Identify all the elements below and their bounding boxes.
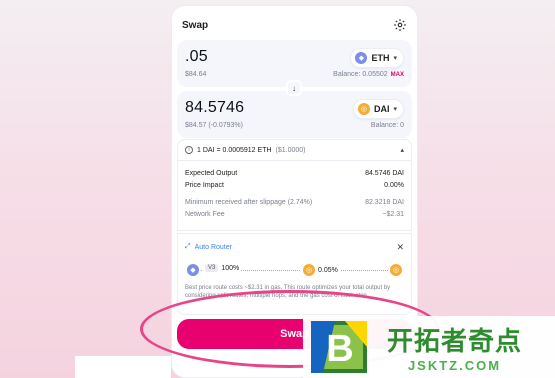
detail-value: 0.00% [384,182,404,190]
detail-value: 84.5746 DAI [365,169,404,177]
fee-tier: 0.05% [318,266,338,274]
route-start: ◆ [185,264,201,276]
input-amount-field[interactable]: .05 [185,48,208,66]
router-header: ⤢ Auto Router ✕ [185,240,404,254]
max-button[interactable]: MAX [391,72,404,78]
route-end: ◎ [388,264,404,276]
exchange-rate-row[interactable]: i 1 DAI = 0.0005912 ETH ($1.0000) ▴ [177,139,412,161]
detail-row: Minimum received after slippage (2.74%) … [185,196,404,209]
input-balance-text: Balance: 0.05502 [333,71,388,78]
chevron-down-icon: ▾ [393,55,397,62]
close-icon[interactable]: ✕ [396,242,404,253]
eth-icon: ◆ [187,264,199,276]
detail-label: Network Fee [185,211,225,219]
output-balance: Balance: 0 [371,122,404,129]
route-fee: ◎ 0.05% [301,264,340,276]
pool-version-badge: V3 [205,264,219,272]
rate-text: 1 DAI = 0.0005912 ETH [197,146,272,154]
detail-row: Network Fee ~$2.31 [185,209,404,222]
watermark-cn: 开拓者奇点 [387,327,523,357]
input-balance: Balance: 0.05502 MAX [333,71,404,78]
output-amount-field[interactable]: 84.5746 [185,99,244,117]
info-icon: i [185,146,193,154]
arrow-down-icon: ↓ [292,83,296,93]
chevron-up-icon: ▴ [400,147,404,154]
detail-value: 82.3218 DAI [365,198,404,206]
dai-icon: ◎ [390,264,402,276]
dai-icon: ◎ [357,103,370,115]
output-token-symbol: DAI [373,104,390,114]
watermark-en: JSKTZ.COM [407,358,502,373]
route-percent: 100% [221,264,240,272]
detail-label: Price Impact [185,182,224,190]
detail-row: Price Impact 0.00% [185,180,404,193]
watermark: B 开拓者奇点 JSKTZ.COM [303,316,555,378]
trade-details: Expected Output 84.5746 DAI Price Impact… [177,161,412,231]
auto-router-label: Auto Router [194,243,232,251]
detail-label: Expected Output [185,169,238,177]
route-diagram: ◆ V3 100% ◎ 0.05% ◎ [185,260,404,282]
input-usd-value: $84.64 [185,71,207,78]
route-pool: V3 100% [203,264,242,272]
output-usd-value: $84.57 (-0.0793%) [185,122,243,129]
watermark-text: 开拓者奇点 JSKTZ.COM [387,321,522,373]
gear-icon[interactable] [393,18,407,32]
exchange-rate: i 1 DAI = 0.0005912 ETH ($1.0000) [185,146,306,154]
output-token-selector[interactable]: ◎ DAI ▾ [352,99,404,119]
input-token-symbol: ETH [371,53,390,63]
watermark-logo: B [311,321,367,373]
swap-title: Swap [182,19,209,31]
swap-header: Swap [182,16,407,34]
output-panel: 84.5746 $84.57 (-0.0793%) ◎ DAI ▾ Balanc… [177,91,412,138]
eth-icon: ◆ [355,52,368,64]
auto-router-title: ⤢ Auto Router [185,243,232,251]
rate-usd: ($1.0000) [275,146,306,154]
detail-label: Minimum received after slippage (2.74%) [185,198,313,206]
output-balance-text: Balance: 0 [370,122,404,129]
detail-row: Expected Output 84.5746 DAI [185,167,404,180]
detail-value: ~$2.31 [382,211,404,219]
input-token-selector[interactable]: ◆ ETH ▾ [350,48,404,68]
background-bar [75,356,171,378]
chevron-down-icon: ▾ [393,106,397,113]
watermark-logo-letter: B [326,328,353,370]
router-icon: ⤢ [185,243,191,250]
switch-direction-button[interactable]: ↓ [286,80,302,96]
dai-icon: ◎ [303,264,315,276]
